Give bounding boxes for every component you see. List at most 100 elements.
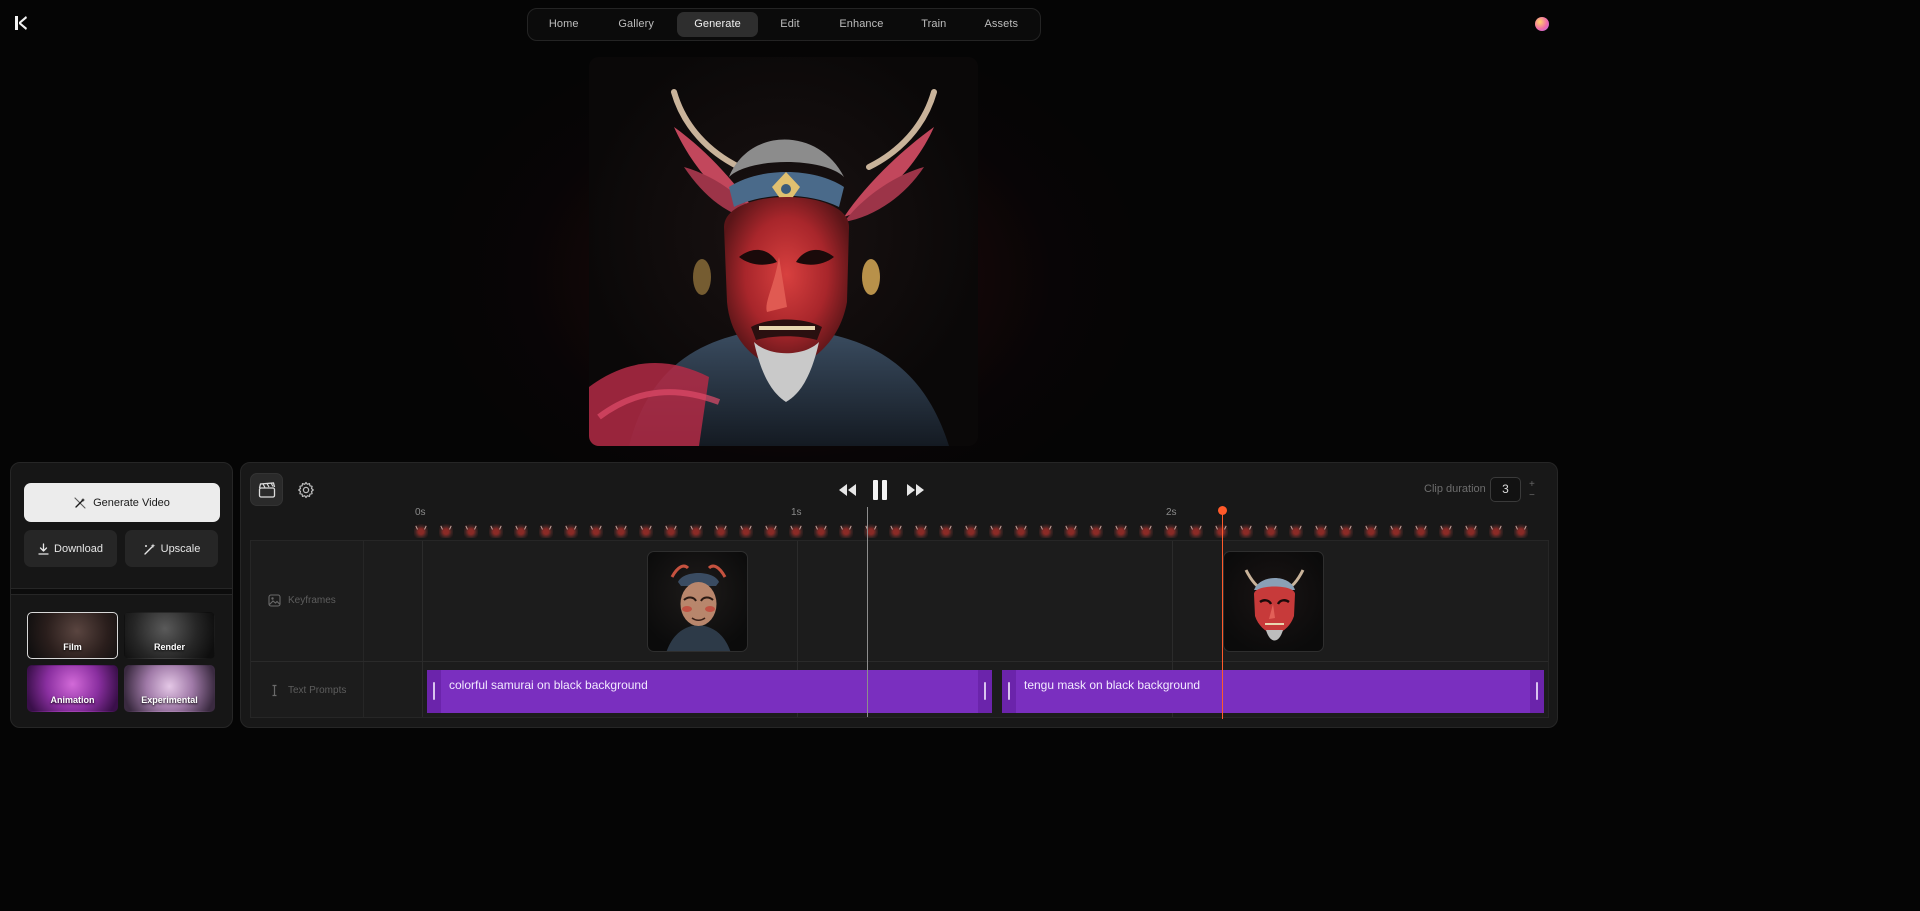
frame-thumbnail[interactable]: [839, 524, 853, 538]
clip-duration-decrement[interactable]: −: [1529, 490, 1535, 501]
clip-duration-input[interactable]: 3: [1490, 477, 1521, 502]
nav-enhance[interactable]: Enhance: [822, 12, 901, 37]
frame-thumbnail[interactable]: [1164, 524, 1178, 538]
style-film[interactable]: Film: [27, 612, 118, 659]
video-preview[interactable]: [589, 57, 978, 446]
style-experimental-label: Experimental: [141, 695, 198, 705]
frame-thumbnail[interactable]: [964, 524, 978, 538]
style-render[interactable]: Render: [124, 612, 215, 659]
download-label: Download: [54, 542, 103, 555]
frame-thumbnail[interactable]: [1089, 524, 1103, 538]
frame-thumbnail[interactable]: [664, 524, 678, 538]
frame-thumbnail[interactable]: [514, 524, 528, 538]
image-icon: [268, 594, 281, 607]
frame-thumbnail[interactable]: [1339, 524, 1353, 538]
style-animation[interactable]: Animation: [27, 665, 118, 712]
text-prompts-label: Text Prompts: [288, 685, 347, 696]
prompt-block-2[interactable]: tengu mask on black background: [1002, 670, 1544, 713]
frame-thumbnail[interactable]: [1014, 524, 1028, 538]
clip-duration-label: Clip duration: [1424, 483, 1486, 495]
ruler-label-0s: 0s: [415, 507, 426, 518]
frame-thumbnail[interactable]: [1114, 524, 1128, 538]
frame-thumbnail[interactable]: [714, 524, 728, 538]
frame-thumbnail[interactable]: [1489, 524, 1503, 538]
frame-thumbnail[interactable]: [1514, 524, 1528, 538]
frame-thumbnail[interactable]: [1364, 524, 1378, 538]
playhead-line[interactable]: [1222, 511, 1223, 719]
keyframe-samurai[interactable]: [647, 551, 748, 652]
prompt-2-text[interactable]: tengu mask on black background: [1024, 678, 1200, 692]
frame-thumbnail[interactable]: [789, 524, 803, 538]
frame-thumbnail[interactable]: [414, 524, 428, 538]
frame-thumbnail[interactable]: [739, 524, 753, 538]
nav-train[interactable]: Train: [901, 12, 966, 37]
playhead-handle[interactable]: [1218, 506, 1227, 515]
settings-button[interactable]: [289, 473, 322, 506]
prompt-2-left-handle[interactable]: [1002, 670, 1016, 713]
samurai-thumbnail: [666, 564, 731, 651]
frame-thumbnail[interactable]: [1389, 524, 1403, 538]
fast-forward-button[interactable]: [906, 479, 925, 501]
rewind-button[interactable]: [838, 479, 857, 501]
prompt-1-left-handle[interactable]: [427, 670, 441, 713]
track-area: Keyframes Text Prompts colorful samurai …: [250, 540, 1549, 718]
frame-thumbnail[interactable]: [1439, 524, 1453, 538]
frame-thumbnail[interactable]: [614, 524, 628, 538]
ruler-label-1s: 1s: [791, 507, 802, 518]
frame-thumbnail[interactable]: [764, 524, 778, 538]
ruler-label-2s: 2s: [1166, 507, 1177, 518]
frame-thumbnail[interactable]: [689, 524, 703, 538]
frame-thumbnail[interactable]: [1064, 524, 1078, 538]
frame-thumbnail-strip[interactable]: [414, 524, 1534, 539]
frame-thumbnail[interactable]: [1239, 524, 1253, 538]
clip-editor-button[interactable]: [250, 473, 283, 506]
frame-thumbnail[interactable]: [1464, 524, 1478, 538]
nav-gallery[interactable]: Gallery: [596, 12, 677, 37]
keyframe-tengu-mask[interactable]: [1223, 551, 1324, 652]
timeline-panel: Clip duration 3 + − 0s 1s 2s Keyframes T…: [240, 462, 1558, 728]
nav-assets[interactable]: Assets: [967, 12, 1036, 37]
keyframes-label: Keyframes: [288, 595, 336, 606]
nav-generate[interactable]: Generate: [676, 12, 759, 37]
upscale-button[interactable]: Upscale: [125, 530, 218, 567]
frame-thumbnail[interactable]: [989, 524, 1003, 538]
frame-thumbnail[interactable]: [1189, 524, 1203, 538]
frame-thumbnail[interactable]: [1289, 524, 1303, 538]
user-avatar[interactable]: [1535, 17, 1549, 31]
frame-thumbnail[interactable]: [1214, 524, 1228, 538]
download-button[interactable]: Download: [24, 530, 117, 567]
nav-edit[interactable]: Edit: [758, 12, 822, 37]
frame-thumbnail[interactable]: [1264, 524, 1278, 538]
prompt-1-right-handle[interactable]: [978, 670, 992, 713]
frame-thumbnail[interactable]: [914, 524, 928, 538]
frame-thumbnail[interactable]: [939, 524, 953, 538]
frame-thumbnail[interactable]: [889, 524, 903, 538]
style-animation-label: Animation: [50, 695, 95, 705]
frame-thumbnail[interactable]: [1414, 524, 1428, 538]
frame-thumbnail[interactable]: [464, 524, 478, 538]
download-icon: [38, 542, 49, 555]
frame-thumbnail[interactable]: [439, 524, 453, 538]
clip-duration-increment[interactable]: +: [1529, 479, 1535, 490]
prompt-2-right-handle[interactable]: [1530, 670, 1544, 713]
pause-button[interactable]: [872, 479, 888, 501]
frame-thumbnail[interactable]: [639, 524, 653, 538]
frame-thumbnail[interactable]: [589, 524, 603, 538]
generate-video-button[interactable]: Generate Video: [24, 483, 220, 522]
clapperboard-icon: [258, 481, 275, 498]
nav-home[interactable]: Home: [532, 12, 596, 37]
prompt-1-text[interactable]: colorful samurai on black background: [449, 678, 648, 692]
frame-thumbnail[interactable]: [1314, 524, 1328, 538]
magic-wand-icon: [74, 496, 86, 509]
frame-thumbnail[interactable]: [814, 524, 828, 538]
frame-thumbnail[interactable]: [1139, 524, 1153, 538]
app-logo-icon[interactable]: [14, 15, 28, 31]
upscale-label: Upscale: [160, 542, 201, 555]
frame-thumbnail[interactable]: [489, 524, 503, 538]
frame-thumbnail[interactable]: [564, 524, 578, 538]
style-experimental[interactable]: Experimental: [124, 665, 215, 712]
frame-thumbnail[interactable]: [1039, 524, 1053, 538]
frame-thumbnail[interactable]: [539, 524, 553, 538]
prompt-block-1[interactable]: colorful samurai on black background: [427, 670, 992, 713]
style-render-label: Render: [153, 642, 185, 652]
